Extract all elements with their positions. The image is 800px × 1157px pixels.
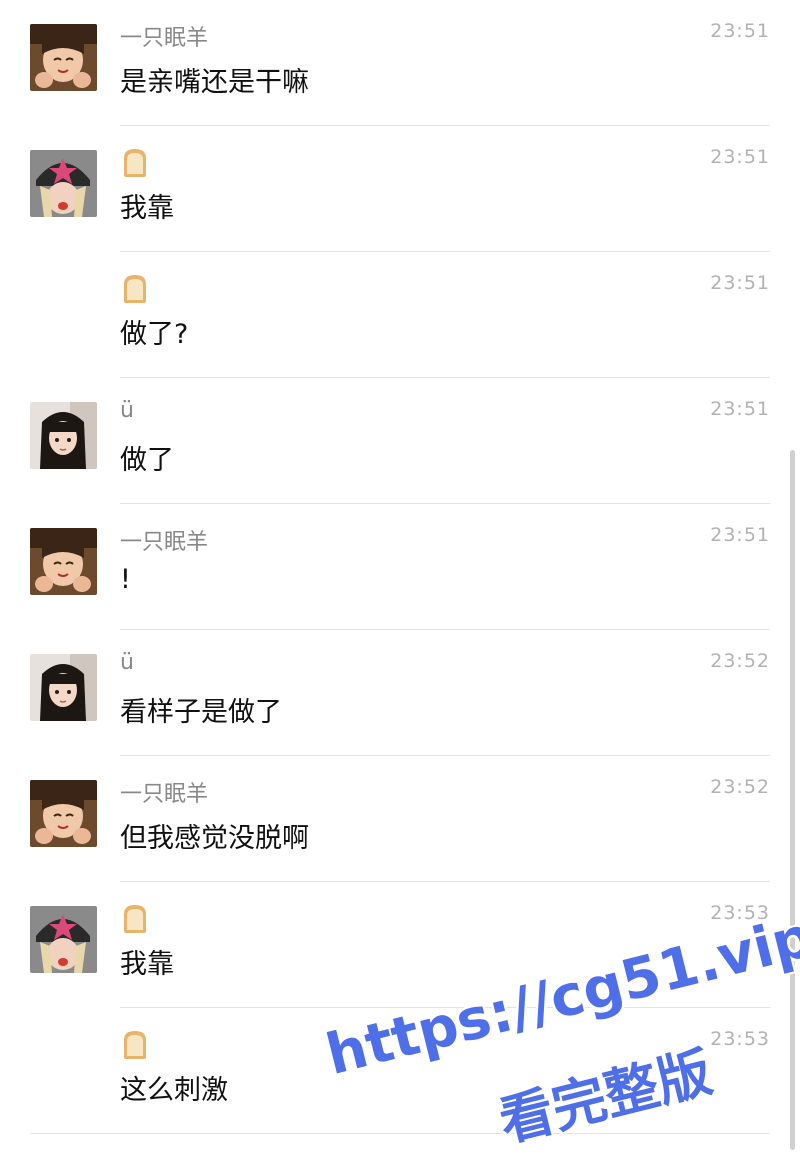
message-row[interactable]: ü 23:52 看样子是做了 bbox=[0, 630, 800, 756]
message-text: 看样子是做了 bbox=[120, 697, 282, 728]
message-time: 23:53 bbox=[710, 1028, 770, 1050]
scrollbar[interactable] bbox=[790, 450, 795, 1150]
message-time: 23:51 bbox=[710, 524, 770, 546]
bread-emoji-icon bbox=[124, 1031, 146, 1059]
bread-emoji-icon bbox=[124, 149, 146, 177]
sender-name: 一只眠羊 bbox=[120, 26, 209, 51]
message-time: 23:53 bbox=[710, 902, 770, 924]
message-time: 23:51 bbox=[710, 146, 770, 168]
message-text: 但我感觉没脱啊 bbox=[120, 823, 309, 854]
avatar[interactable] bbox=[30, 780, 97, 847]
sender-name: ü bbox=[120, 398, 134, 423]
message-row[interactable]: 23:51 我靠 bbox=[0, 126, 800, 252]
message-text: 做了? bbox=[120, 319, 189, 350]
message-time: 23:51 bbox=[710, 398, 770, 420]
message-text: 这么刺激 bbox=[120, 1075, 228, 1106]
message-row[interactable]: 23:53 我靠 bbox=[0, 882, 800, 1008]
message-text: 是亲嘴还是干嘛 bbox=[120, 67, 309, 98]
bread-emoji-icon bbox=[124, 275, 146, 303]
message-time: 23:51 bbox=[710, 20, 770, 42]
message-row[interactable]: ü 23:51 做了 bbox=[0, 378, 800, 504]
message-row[interactable]: 一只眠羊 23:52 但我感觉没脱啊 bbox=[0, 756, 800, 882]
avatar[interactable] bbox=[30, 906, 97, 973]
message-time: 23:51 bbox=[710, 272, 770, 294]
chat-history-list[interactable]: 一只眠羊 23:51 是亲嘴还是干嘛 23:51 我靠 23:51 做了? ü … bbox=[0, 0, 800, 1153]
message-row[interactable]: 一只眠羊 23:51 ! bbox=[0, 504, 800, 630]
message-row[interactable]: 23:53 这么刺激 bbox=[0, 1008, 800, 1134]
bread-emoji-icon bbox=[124, 905, 146, 933]
avatar[interactable] bbox=[30, 150, 97, 217]
avatar[interactable] bbox=[30, 654, 97, 721]
sender-name: 一只眠羊 bbox=[120, 530, 209, 555]
message-text: ! bbox=[120, 564, 131, 595]
message-row[interactable]: 一只眠羊 23:51 是亲嘴还是干嘛 bbox=[0, 0, 800, 126]
message-text: 我靠 bbox=[120, 949, 174, 980]
sender-name: ü bbox=[120, 650, 134, 675]
message-text: 我靠 bbox=[120, 193, 174, 224]
message-time: 23:52 bbox=[710, 776, 770, 798]
message-time: 23:52 bbox=[710, 650, 770, 672]
sender-name: 一只眠羊 bbox=[120, 782, 209, 807]
message-text: 做了 bbox=[120, 445, 174, 476]
avatar[interactable] bbox=[30, 24, 97, 91]
avatar[interactable] bbox=[30, 402, 97, 469]
avatar[interactable] bbox=[30, 528, 97, 595]
message-row[interactable]: 23:51 做了? bbox=[0, 252, 800, 378]
divider bbox=[30, 1133, 770, 1134]
